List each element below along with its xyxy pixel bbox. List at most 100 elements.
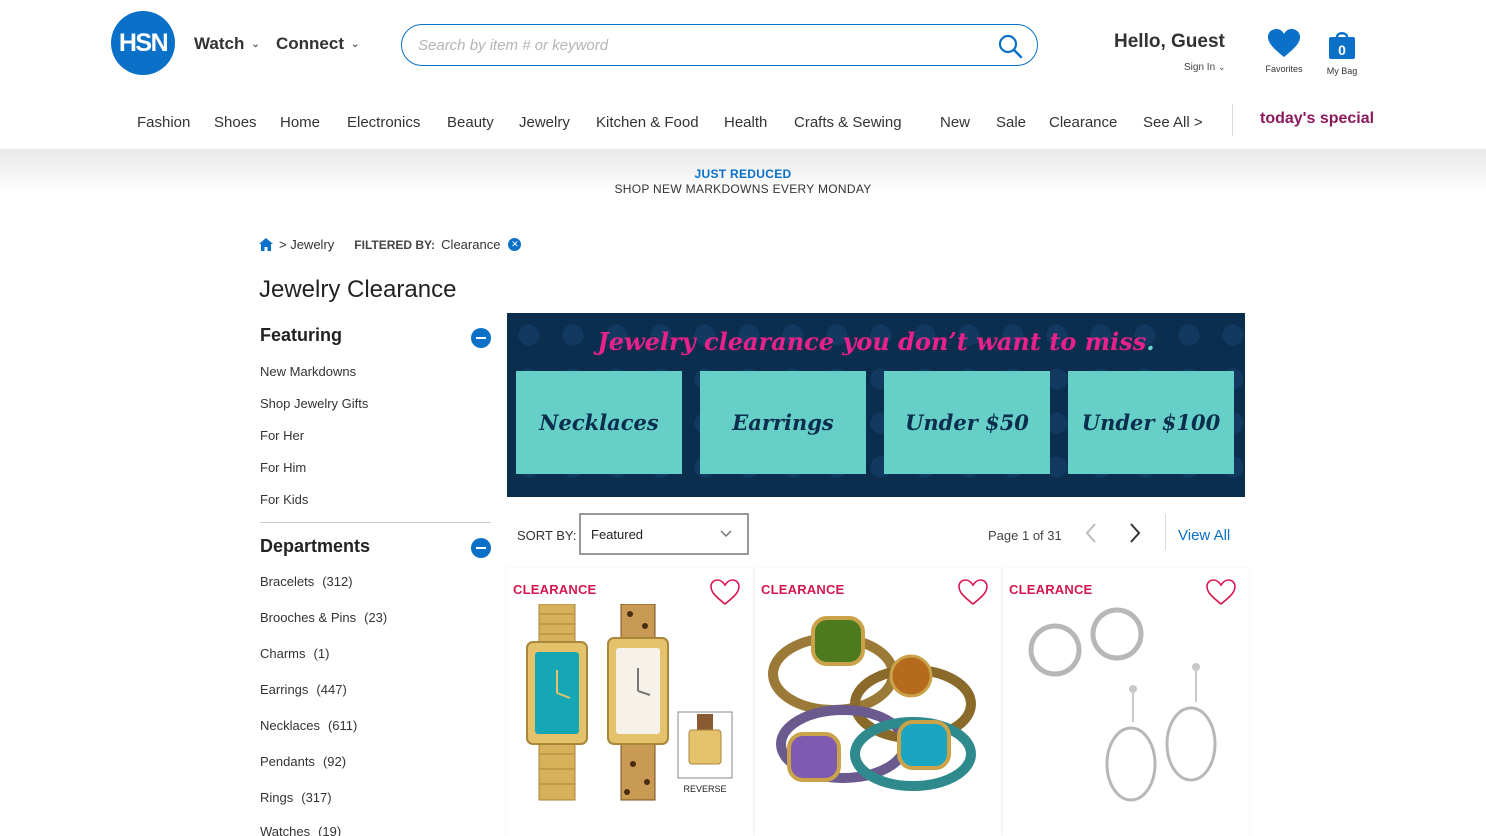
- nav-sale[interactable]: Sale: [996, 114, 1026, 131]
- banner-headline-text: Jewelry clearance you don’t want to miss: [597, 327, 1147, 356]
- sidebar-item-earrings[interactable]: Earrings (447): [260, 682, 347, 697]
- collapse-departments-icon[interactable]: [471, 538, 491, 558]
- nav-electronics[interactable]: Electronics: [347, 114, 420, 131]
- dept-count: (19): [318, 824, 342, 836]
- sort-select[interactable]: Featured: [579, 513, 749, 555]
- dept-label: Necklaces: [260, 718, 320, 733]
- collapse-featuring-icon[interactable]: [471, 328, 491, 348]
- clearance-badge: CLEARANCE: [1009, 582, 1093, 597]
- sort-selected-value: Featured: [591, 527, 644, 542]
- earrings-set-image[interactable]: [1011, 604, 1241, 804]
- sidebar-item-pendants[interactable]: Pendants (92): [260, 754, 346, 769]
- banner-tile-earrings[interactable]: Earrings: [700, 371, 866, 474]
- sidebar-divider: [260, 522, 491, 523]
- nav-jewelry[interactable]: Jewelry: [519, 114, 570, 131]
- nav-divider: [1232, 104, 1233, 136]
- greeting: Hello, Guest: [1114, 31, 1225, 52]
- nav-fashion[interactable]: Fashion: [137, 114, 190, 131]
- chevron-down-icon: ⌄: [251, 38, 260, 50]
- next-page-icon[interactable]: [1127, 521, 1143, 545]
- banner-headline: Jewelry clearance you don’t want to miss…: [597, 327, 1155, 356]
- sidebar-item-for-her[interactable]: For Her: [260, 428, 304, 443]
- sidebar-item-for-kids[interactable]: For Kids: [260, 492, 308, 507]
- filter-clearance: Clearance: [441, 237, 501, 252]
- nav-home[interactable]: Home: [280, 114, 320, 131]
- nav-new[interactable]: New: [940, 114, 970, 131]
- dept-label: Charms: [260, 646, 306, 661]
- banner-tile-under-100[interactable]: Under $100: [1068, 371, 1234, 474]
- dept-count: (447): [316, 682, 347, 697]
- promo-headline[interactable]: JUST REDUCED: [0, 167, 1486, 181]
- sidebar-item-brooches-pins[interactable]: Brooches & Pins (23): [260, 610, 387, 625]
- page-info: Page 1 of 31: [988, 528, 1062, 543]
- heart-icon: [1268, 29, 1300, 57]
- nav-shoes[interactable]: Shoes: [214, 114, 257, 131]
- clearance-badge: CLEARANCE: [513, 582, 597, 597]
- product-card[interactable]: CLEARANCE: [1003, 568, 1249, 836]
- dept-label: Pendants: [260, 754, 315, 769]
- connect-menu[interactable]: Connect ⌄: [276, 34, 359, 54]
- sidebar-item-for-him[interactable]: For Him: [260, 460, 306, 475]
- chevron-down-icon: ⌄: [1217, 62, 1226, 72]
- dept-label: Brooches & Pins: [260, 610, 357, 625]
- sort-by-label: SORT BY:: [517, 528, 577, 543]
- favorite-heart-icon[interactable]: [1205, 578, 1237, 606]
- search-input[interactable]: [418, 33, 978, 57]
- prev-page-icon[interactable]: [1083, 521, 1099, 545]
- sidebar-item-rings[interactable]: Rings (317): [260, 790, 332, 805]
- clearance-badge: CLEARANCE: [761, 582, 845, 597]
- product-card[interactable]: CLEARANCE REVERSE: [507, 568, 753, 836]
- sidebar-item-necklaces[interactable]: Necklaces (611): [260, 718, 357, 733]
- nav-kitchen-food[interactable]: Kitchen & Food: [596, 114, 699, 131]
- banner-tile-under-50[interactable]: Under $50: [884, 371, 1050, 474]
- hsn-logo[interactable]: HSN: [111, 11, 175, 75]
- dept-count: (1): [313, 646, 330, 661]
- dept-count: (611): [327, 718, 358, 733]
- bag-label: My Bag: [1326, 66, 1358, 76]
- dept-label: Watches: [260, 824, 311, 836]
- nav-crafts-sewing[interactable]: Crafts & Sewing: [794, 114, 902, 131]
- featuring-heading: Featuring: [260, 325, 343, 345]
- sidebar-item-new-markdowns[interactable]: New Markdowns: [260, 364, 356, 379]
- shopping-bag-icon: 0: [1329, 32, 1355, 59]
- search-icon[interactable]: [997, 33, 1023, 59]
- sidebar-item-shop-jewelry-gifts[interactable]: Shop Jewelry Gifts: [260, 396, 368, 411]
- banner-tile-necklaces[interactable]: Necklaces: [516, 371, 682, 474]
- rings-set-image[interactable]: [763, 604, 993, 804]
- sidebar-item-watches[interactable]: Watches (19): [260, 824, 341, 836]
- dept-label: Bracelets: [260, 574, 315, 589]
- watch-set-image[interactable]: REVERSE: [515, 604, 745, 804]
- dept-count: (23): [364, 610, 388, 625]
- dept-count: (317): [301, 790, 332, 805]
- connect-label: Connect: [276, 34, 344, 53]
- nav-beauty[interactable]: Beauty: [447, 114, 494, 131]
- nav-clearance[interactable]: Clearance: [1049, 114, 1117, 131]
- remove-filter-icon[interactable]: ✕: [508, 238, 522, 251]
- watch-menu[interactable]: Watch ⌄: [194, 34, 260, 54]
- chevron-down-icon: [720, 530, 732, 538]
- sidebar-item-bracelets[interactable]: Bracelets (312): [260, 574, 353, 589]
- sort-divider: [1165, 514, 1166, 550]
- dept-label: Rings: [260, 790, 294, 805]
- favorites-button[interactable]: Favorites: [1254, 28, 1314, 74]
- dept-label: Earrings: [260, 682, 309, 697]
- search-bar: [401, 24, 1038, 66]
- clearance-banner: Jewelry clearance you don’t want to miss…: [507, 313, 1245, 497]
- nav-health[interactable]: Health: [724, 114, 767, 131]
- view-all-link[interactable]: View All: [1178, 527, 1230, 544]
- home-icon[interactable]: [259, 238, 273, 251]
- todays-special-link[interactable]: today's special: [1260, 110, 1374, 128]
- my-bag-button[interactable]: 0 My Bag: [1312, 28, 1372, 76]
- reverse-caption: REVERSE: [683, 784, 726, 794]
- chevron-down-icon: ⌄: [351, 38, 360, 50]
- favorite-heart-icon[interactable]: [709, 578, 741, 606]
- watch-label: Watch: [194, 34, 245, 53]
- product-card[interactable]: CLEARANCE: [755, 568, 1001, 836]
- sign-in-link[interactable]: Sign In ⌄: [1184, 62, 1225, 73]
- promo-subline[interactable]: SHOP NEW MARKDOWNS EVERY MONDAY: [0, 182, 1486, 196]
- favorite-heart-icon[interactable]: [957, 578, 989, 606]
- nav-see-all[interactable]: See All >: [1143, 114, 1203, 131]
- site-header: HSN Watch ⌄ Connect ⌄ Hello, Guest Sign …: [0, 0, 1486, 149]
- sidebar-item-charms[interactable]: Charms (1): [260, 646, 329, 661]
- breadcrumb-jewelry[interactable]: > Jewelry: [279, 237, 334, 252]
